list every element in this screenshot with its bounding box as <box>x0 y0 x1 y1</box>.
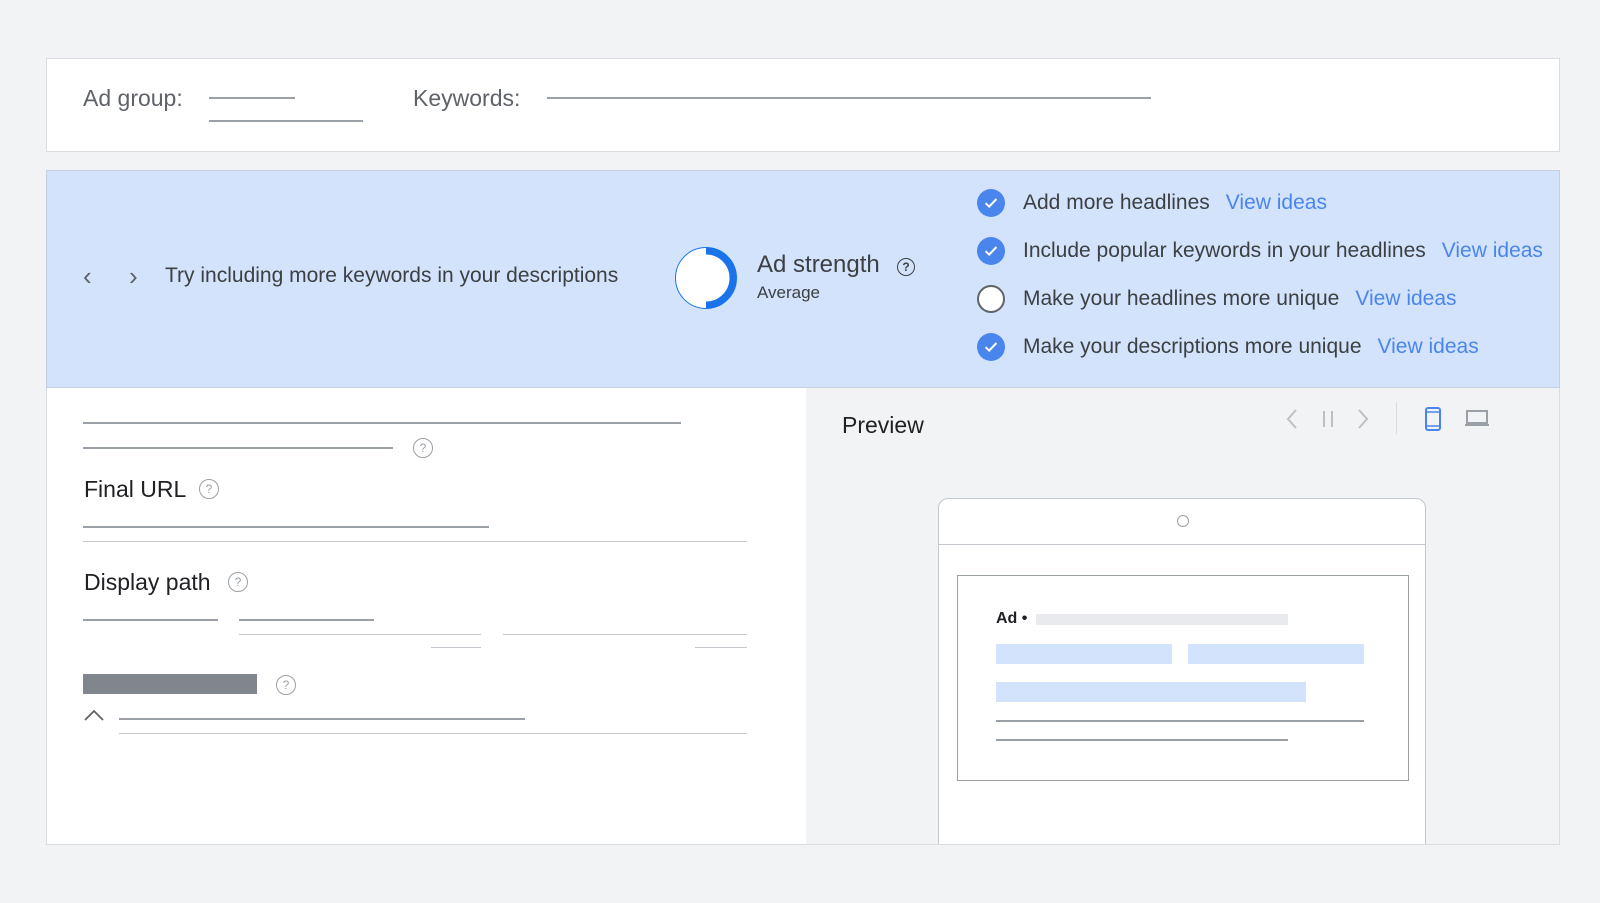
empty-circle-icon <box>977 285 1005 313</box>
chevron-left-icon[interactable] <box>1284 408 1300 430</box>
check-circle-icon <box>977 333 1005 361</box>
ad-strength-value: Average <box>757 283 821 302</box>
divider <box>83 541 747 542</box>
checklist-item: Include popular keywords in your headlin… <box>977 236 1543 266</box>
checklist-item-text: Add more headlines <box>1023 191 1210 214</box>
section-title-placeholder <box>83 674 257 694</box>
desktop-icon[interactable] <box>1464 408 1490 428</box>
chevron-left-icon[interactable]: ‹ <box>83 263 92 289</box>
preview-title: Preview <box>842 412 924 438</box>
preview-panel: Preview Ad • <box>806 388 1560 845</box>
url-options-value <box>119 718 525 720</box>
headline-placeholder <box>996 682 1306 702</box>
ad-group-value-placeholder <box>209 97 295 99</box>
ad-strength-banner: ‹ › Try including more keywords in your … <box>46 170 1560 388</box>
display-path-1-counter <box>431 647 481 648</box>
checklist-item-text: Make your descriptions more unique <box>1023 335 1362 358</box>
display-path-2-counter <box>695 647 747 648</box>
toolbar-divider <box>1396 402 1397 434</box>
ad-group-bar: Ad group: Keywords: <box>46 58 1560 152</box>
pause-icon[interactable] <box>1320 408 1336 430</box>
view-ideas-link[interactable]: View ideas <box>1378 335 1479 359</box>
display-path-1-input[interactable] <box>239 634 481 635</box>
view-ideas-link[interactable]: View ideas <box>1355 287 1456 311</box>
description-placeholder <box>996 739 1288 741</box>
ad-preview-card: Ad • <box>957 575 1409 781</box>
display-path-2-input[interactable] <box>503 634 747 635</box>
check-circle-icon <box>977 189 1005 217</box>
device-top-bar <box>939 499 1425 545</box>
checklist-item-text: Make your headlines more unique <box>1023 287 1340 310</box>
chevron-up-icon[interactable] <box>83 708 105 722</box>
chevron-right-icon[interactable]: › <box>129 263 138 289</box>
ad-form-panel: ? Final URL ? Display path ? ? <box>46 388 806 845</box>
display-path-label: Display path <box>84 569 211 595</box>
description-placeholder <box>996 720 1364 722</box>
display-url-placeholder <box>1036 614 1288 625</box>
check-circle-icon <box>977 237 1005 265</box>
headline-field[interactable] <box>83 422 681 424</box>
ad-group-input[interactable] <box>209 120 363 122</box>
checklist-item: Add more headlines View ideas <box>977 188 1327 218</box>
help-icon[interactable]: ? <box>897 258 915 276</box>
help-icon[interactable]: ? <box>276 675 296 695</box>
final-url-label: Final URL <box>84 476 187 502</box>
ad-label: Ad • <box>996 610 1028 627</box>
checklist-item: Make your descriptions more unique View … <box>977 332 1479 362</box>
mobile-device-frame: Ad • <box>938 498 1426 844</box>
headline-placeholder <box>1188 644 1364 664</box>
help-icon[interactable]: ? <box>228 572 248 592</box>
camera-icon <box>1177 515 1189 527</box>
tip-text: Try including more keywords in your desc… <box>165 264 619 287</box>
display-path-1-value <box>239 619 374 621</box>
ad-strength-gauge <box>675 247 737 309</box>
url-options-input[interactable] <box>119 733 747 734</box>
help-icon[interactable]: ? <box>413 438 433 458</box>
chevron-right-icon[interactable] <box>1355 408 1371 430</box>
checklist-item: Make your headlines more unique View ide… <box>977 284 1457 314</box>
display-path-domain <box>83 619 218 621</box>
view-ideas-link[interactable]: View ideas <box>1226 191 1327 215</box>
headline-placeholder <box>996 644 1172 664</box>
description-field[interactable] <box>83 447 393 449</box>
ad-strength-title: Ad strength <box>757 251 880 278</box>
ad-group-label: Ad group: <box>83 85 183 111</box>
keywords-label: Keywords: <box>413 85 521 111</box>
view-ideas-link[interactable]: View ideas <box>1442 239 1543 263</box>
keywords-value-placeholder <box>547 97 1151 99</box>
mobile-icon[interactable] <box>1424 406 1442 432</box>
final-url-input[interactable] <box>83 526 489 528</box>
help-icon[interactable]: ? <box>199 479 219 499</box>
checklist-item-text: Include popular keywords in your headlin… <box>1023 239 1426 262</box>
